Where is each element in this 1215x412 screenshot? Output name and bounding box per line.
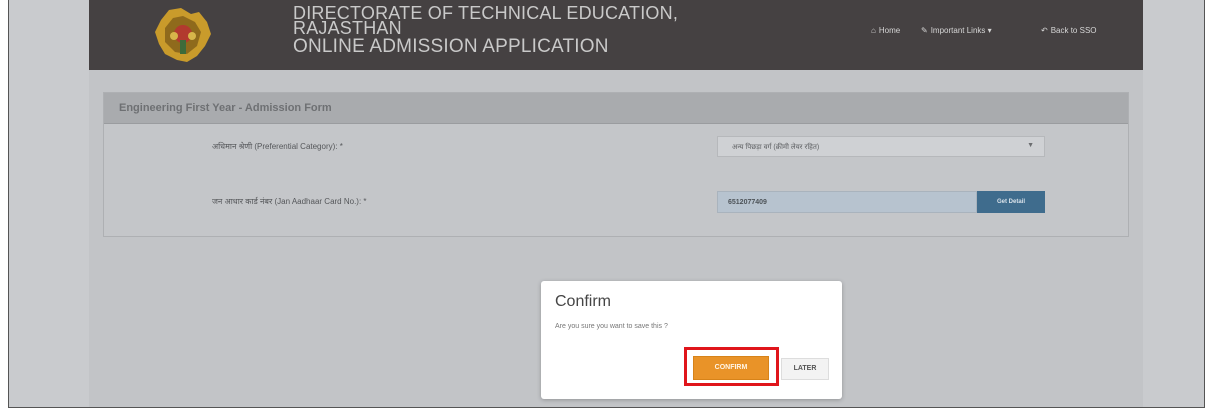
preferential-category-select[interactable]: अन्य पिछड़ा वर्ग (क्रीमी लेयर रहित) ▼ bbox=[717, 136, 1045, 157]
confirm-dialog: Confirm Are you sure you want to save th… bbox=[541, 281, 842, 399]
preferential-category-value: अन्य पिछड़ा वर्ग (क्रीमी लेयर रहित) bbox=[732, 144, 820, 151]
site-header: DIRECTORATE OF TECHNICAL EDUCATION, RAJA… bbox=[89, 0, 1143, 70]
nav-back-label: Back to SSO bbox=[1050, 26, 1097, 35]
panel-header: Engineering First Year - Admission Form bbox=[104, 93, 1128, 124]
browser-frame: DIRECTORATE OF TECHNICAL EDUCATION, RAJA… bbox=[8, 0, 1205, 408]
chevron-down-icon: ▼ bbox=[1027, 142, 1034, 149]
page-container: DIRECTORATE OF TECHNICAL EDUCATION, RAJA… bbox=[89, 0, 1143, 407]
home-icon: ⌂ bbox=[871, 26, 876, 35]
later-button[interactable]: LATER bbox=[781, 358, 829, 380]
confirm-button[interactable]: CONFIRM bbox=[693, 356, 769, 380]
link-icon: ✎ bbox=[921, 26, 928, 35]
jan-aadhaar-label: जन आधार कार्ड नंबर (Jan Aadhaar Card No.… bbox=[212, 197, 367, 206]
get-detail-button[interactable]: Get Detail bbox=[977, 191, 1045, 213]
dialog-title: Confirm bbox=[555, 293, 612, 310]
reply-icon: ↶ bbox=[1041, 26, 1048, 35]
nav-important-links-dropdown[interactable]: ✎ Important Links ▾ bbox=[921, 26, 992, 35]
panel-title: Engineering First Year - Admission Form bbox=[119, 102, 332, 114]
site-title-line-3: ONLINE ADMISSION APPLICATION bbox=[293, 36, 609, 57]
nav-home-link[interactable]: ⌂ Home bbox=[871, 26, 900, 35]
preferential-category-label: अधिमान श्रेणी (Preferential Category): * bbox=[212, 142, 343, 151]
admission-form-panel: Engineering First Year - Admission Form … bbox=[103, 92, 1129, 237]
site-title-line-2: RAJASTHAN bbox=[293, 18, 402, 38]
nav-important-links-label: Important Links ▾ bbox=[930, 26, 992, 35]
nav-home-label: Home bbox=[878, 26, 901, 35]
jan-aadhaar-input[interactable]: 6512077409 bbox=[717, 191, 977, 213]
site-title: DIRECTORATE OF TECHNICAL EDUCATION, RAJA… bbox=[293, 4, 678, 57]
dialog-message: Are you sure you want to save this ? bbox=[555, 323, 668, 330]
rajasthan-emblem-logo bbox=[155, 8, 211, 62]
nav-back-to-sso-link[interactable]: ↶ Back to SSO bbox=[1041, 26, 1097, 35]
